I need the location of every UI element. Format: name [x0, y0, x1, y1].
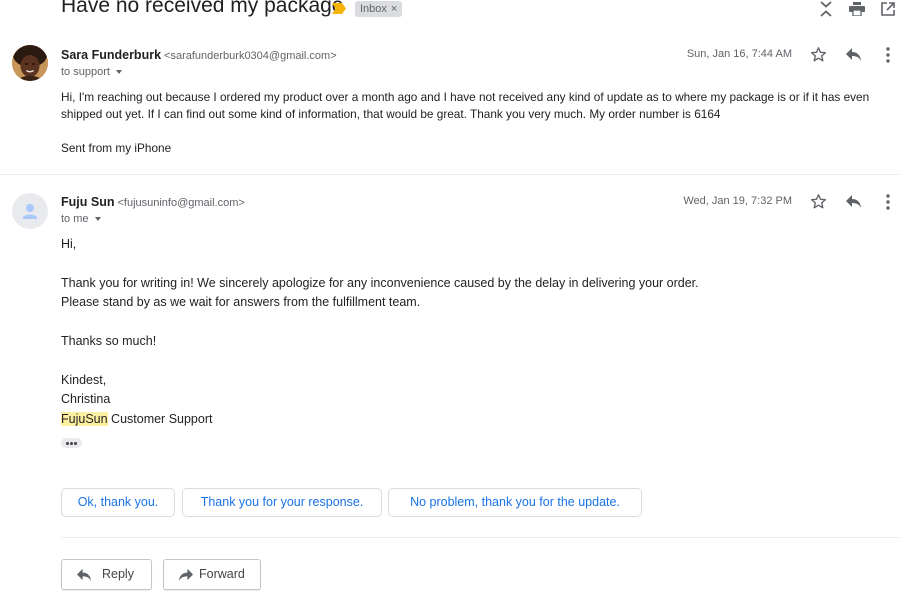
recipient-details-toggle[interactable]: to support — [61, 66, 122, 78]
forward-button[interactable]: Forward — [163, 559, 261, 590]
message-divider — [0, 174, 900, 175]
brand-name-highlight: FujuSun — [61, 411, 108, 426]
message-date: Sun, Jan 16, 7:44 AM — [686, 48, 792, 60]
more-options-icon[interactable] — [886, 47, 890, 68]
chevron-down-icon — [94, 217, 101, 222]
reply-button[interactable]: Reply — [61, 559, 152, 590]
email-signature: Sent from my iPhone — [61, 141, 172, 155]
forward-icon — [179, 568, 193, 582]
thanks-line: Thanks so much! — [61, 334, 157, 348]
star-icon[interactable] — [810, 193, 827, 215]
message-text: Hi, I'm reaching out because I ordered m… — [61, 90, 870, 121]
remove-label-icon[interactable]: × — [391, 3, 397, 15]
subject-row: Have no received my package Inbox × — [0, 0, 900, 26]
message-2-body: Hi, Thank you for writing in! We sincere… — [61, 235, 881, 429]
team-label: Customer Support — [107, 411, 213, 426]
sender-avatar-placeholder[interactable] — [12, 193, 48, 229]
closing-line: Kindest, — [61, 372, 107, 387]
smart-reply-chip[interactable]: Ok, thank you. — [61, 488, 175, 517]
sender-name[interactable]: Sara Funderburk <sarafunderburk0304@gmail… — [61, 48, 337, 62]
recipient-details-toggle[interactable]: to me — [61, 213, 101, 225]
reply-icon[interactable] — [845, 47, 862, 67]
compose-divider — [61, 537, 900, 538]
forward-label: Forward — [199, 567, 245, 581]
chevron-down-icon — [115, 70, 122, 75]
agent-name: Christina — [61, 392, 111, 407]
reply-label: Reply — [102, 567, 134, 581]
smart-reply-chip[interactable]: Thank you for your response. — [182, 488, 382, 517]
sender-avatar[interactable] — [12, 45, 48, 81]
message-line: Please stand by as we wait for answers f… — [61, 295, 421, 310]
message-line: Thank you for writing in! We sincerely a… — [61, 275, 699, 290]
greeting-line: Hi, — [61, 237, 77, 251]
email-subject: Have no received my package — [61, 0, 344, 17]
reply-icon[interactable] — [845, 194, 862, 214]
more-options-icon[interactable] — [886, 194, 890, 215]
support-team-line: FujuSun Customer Support — [61, 410, 881, 429]
message-date: Wed, Jan 19, 7:32 PM — [683, 195, 792, 207]
star-icon[interactable] — [810, 46, 827, 68]
show-trimmed-content-button[interactable] — [61, 438, 82, 448]
print-icon[interactable] — [849, 2, 865, 16]
reply-icon — [77, 568, 91, 582]
sender-email: <fujusuninfo@gmail.com> — [117, 197, 245, 209]
sender-email: <sarafunderburk0304@gmail.com> — [164, 50, 337, 62]
message-1-body: Hi, I'm reaching out because I ordered m… — [61, 89, 891, 157]
inbox-label-badge: Inbox × — [355, 1, 403, 17]
inbox-label-text: Inbox — [360, 3, 387, 15]
sender-name[interactable]: Fuju Sun <fujusuninfo@gmail.com> — [61, 195, 245, 209]
collapse-all-icon[interactable] — [819, 1, 833, 17]
importance-marker-icon[interactable] — [332, 3, 346, 14]
smart-reply-chip[interactable]: No problem, thank you for the update. — [388, 488, 642, 517]
open-in-new-window-icon[interactable] — [881, 2, 895, 16]
